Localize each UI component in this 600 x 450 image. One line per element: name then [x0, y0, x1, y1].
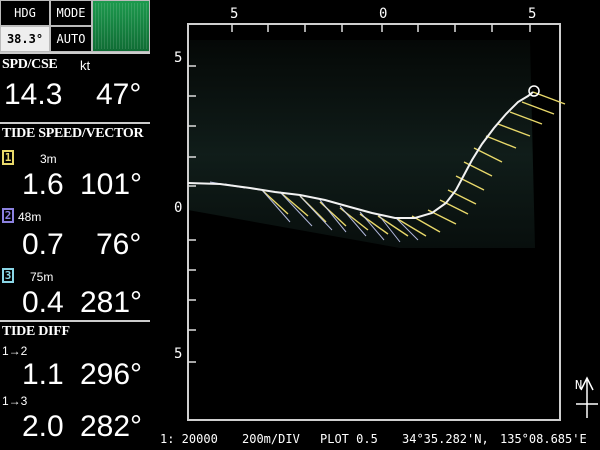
left-tick-center: 0	[174, 200, 183, 216]
layer-speed-1: 1.6	[22, 168, 64, 201]
scale-readout: 1: 20000	[160, 432, 218, 446]
top-ticks	[231, 24, 531, 32]
layer-dir-3: 281°	[80, 286, 143, 319]
layer-depth-3: 75m	[30, 270, 54, 284]
layer-speed-2: 0.7	[22, 228, 64, 261]
status-bar: 1: 20000 200m/DIV PLOT 0.5 34°35.282'N, …	[150, 428, 600, 450]
layer-dir-1: 101°	[80, 168, 143, 201]
tide-diff-title: TIDE DIFF	[2, 324, 70, 339]
layer-index-1: 1	[2, 150, 14, 165]
layer-index-3: 3	[2, 268, 14, 283]
spd-cse-section: SPD/CSE kt 14.3 47°	[0, 52, 150, 122]
plot-readout: PLOT 0.5	[320, 432, 378, 446]
diff-speed-1-2: 1.1	[22, 358, 64, 391]
layer-speed-3: 0.4	[22, 286, 64, 319]
diff-label-1-2: 1→2	[2, 344, 28, 358]
data-panel: HDG 38.3° MODE AUTO SPD/CSE kt 14.3 47° …	[0, 0, 150, 450]
diff-label-1-3: 1→3	[2, 394, 28, 408]
left-tick-bottom: 5	[174, 346, 183, 362]
track-plot[interactable]: 5 0 5 5 0 5 N	[150, 0, 600, 428]
longitude-readout: 135°08.685'E	[500, 432, 587, 446]
tide-diff-section: TIDE DIFF 1→2 1.1 296° 1→3 2.0 282°	[0, 320, 150, 450]
mode-button[interactable]: AUTO	[50, 26, 92, 52]
hdg-label: HDG	[0, 0, 50, 26]
layer-index-2: 2	[2, 208, 14, 223]
tide-vector-section: TIDE SPEED/VECTOR 1 3m 1.6 101° 2 48m 0.…	[0, 122, 150, 320]
speed-value: 14.3	[4, 78, 63, 111]
plot-canvas	[187, 23, 598, 421]
course-value: 47°	[96, 78, 142, 111]
left-tick-top: 5	[174, 50, 183, 66]
layer-dir-2: 76°	[96, 228, 142, 261]
spd-unit: kt	[80, 58, 91, 73]
hdg-value: 38.3°	[0, 26, 50, 52]
diff-speed-1-3: 2.0	[22, 410, 64, 443]
north-label: N	[575, 378, 583, 392]
layer-depth-2: 48m	[18, 210, 42, 224]
div-readout: 200m/DIV	[242, 432, 300, 446]
spd-cse-title: SPD/CSE	[2, 57, 58, 72]
top-tick-right: 5	[528, 6, 537, 22]
top-tick-left: 5	[230, 6, 239, 22]
diff-dir-1-3: 282°	[80, 410, 143, 443]
status-indicator	[92, 0, 150, 52]
mode-label: MODE	[50, 0, 92, 26]
tide-vector-title: TIDE SPEED/VECTOR	[2, 126, 144, 141]
layer-depth-1: 3m	[40, 152, 57, 166]
top-tick-center: 0	[379, 6, 388, 22]
latitude-readout: 34°35.282'N,	[402, 432, 489, 446]
diff-dir-1-2: 296°	[80, 358, 143, 391]
